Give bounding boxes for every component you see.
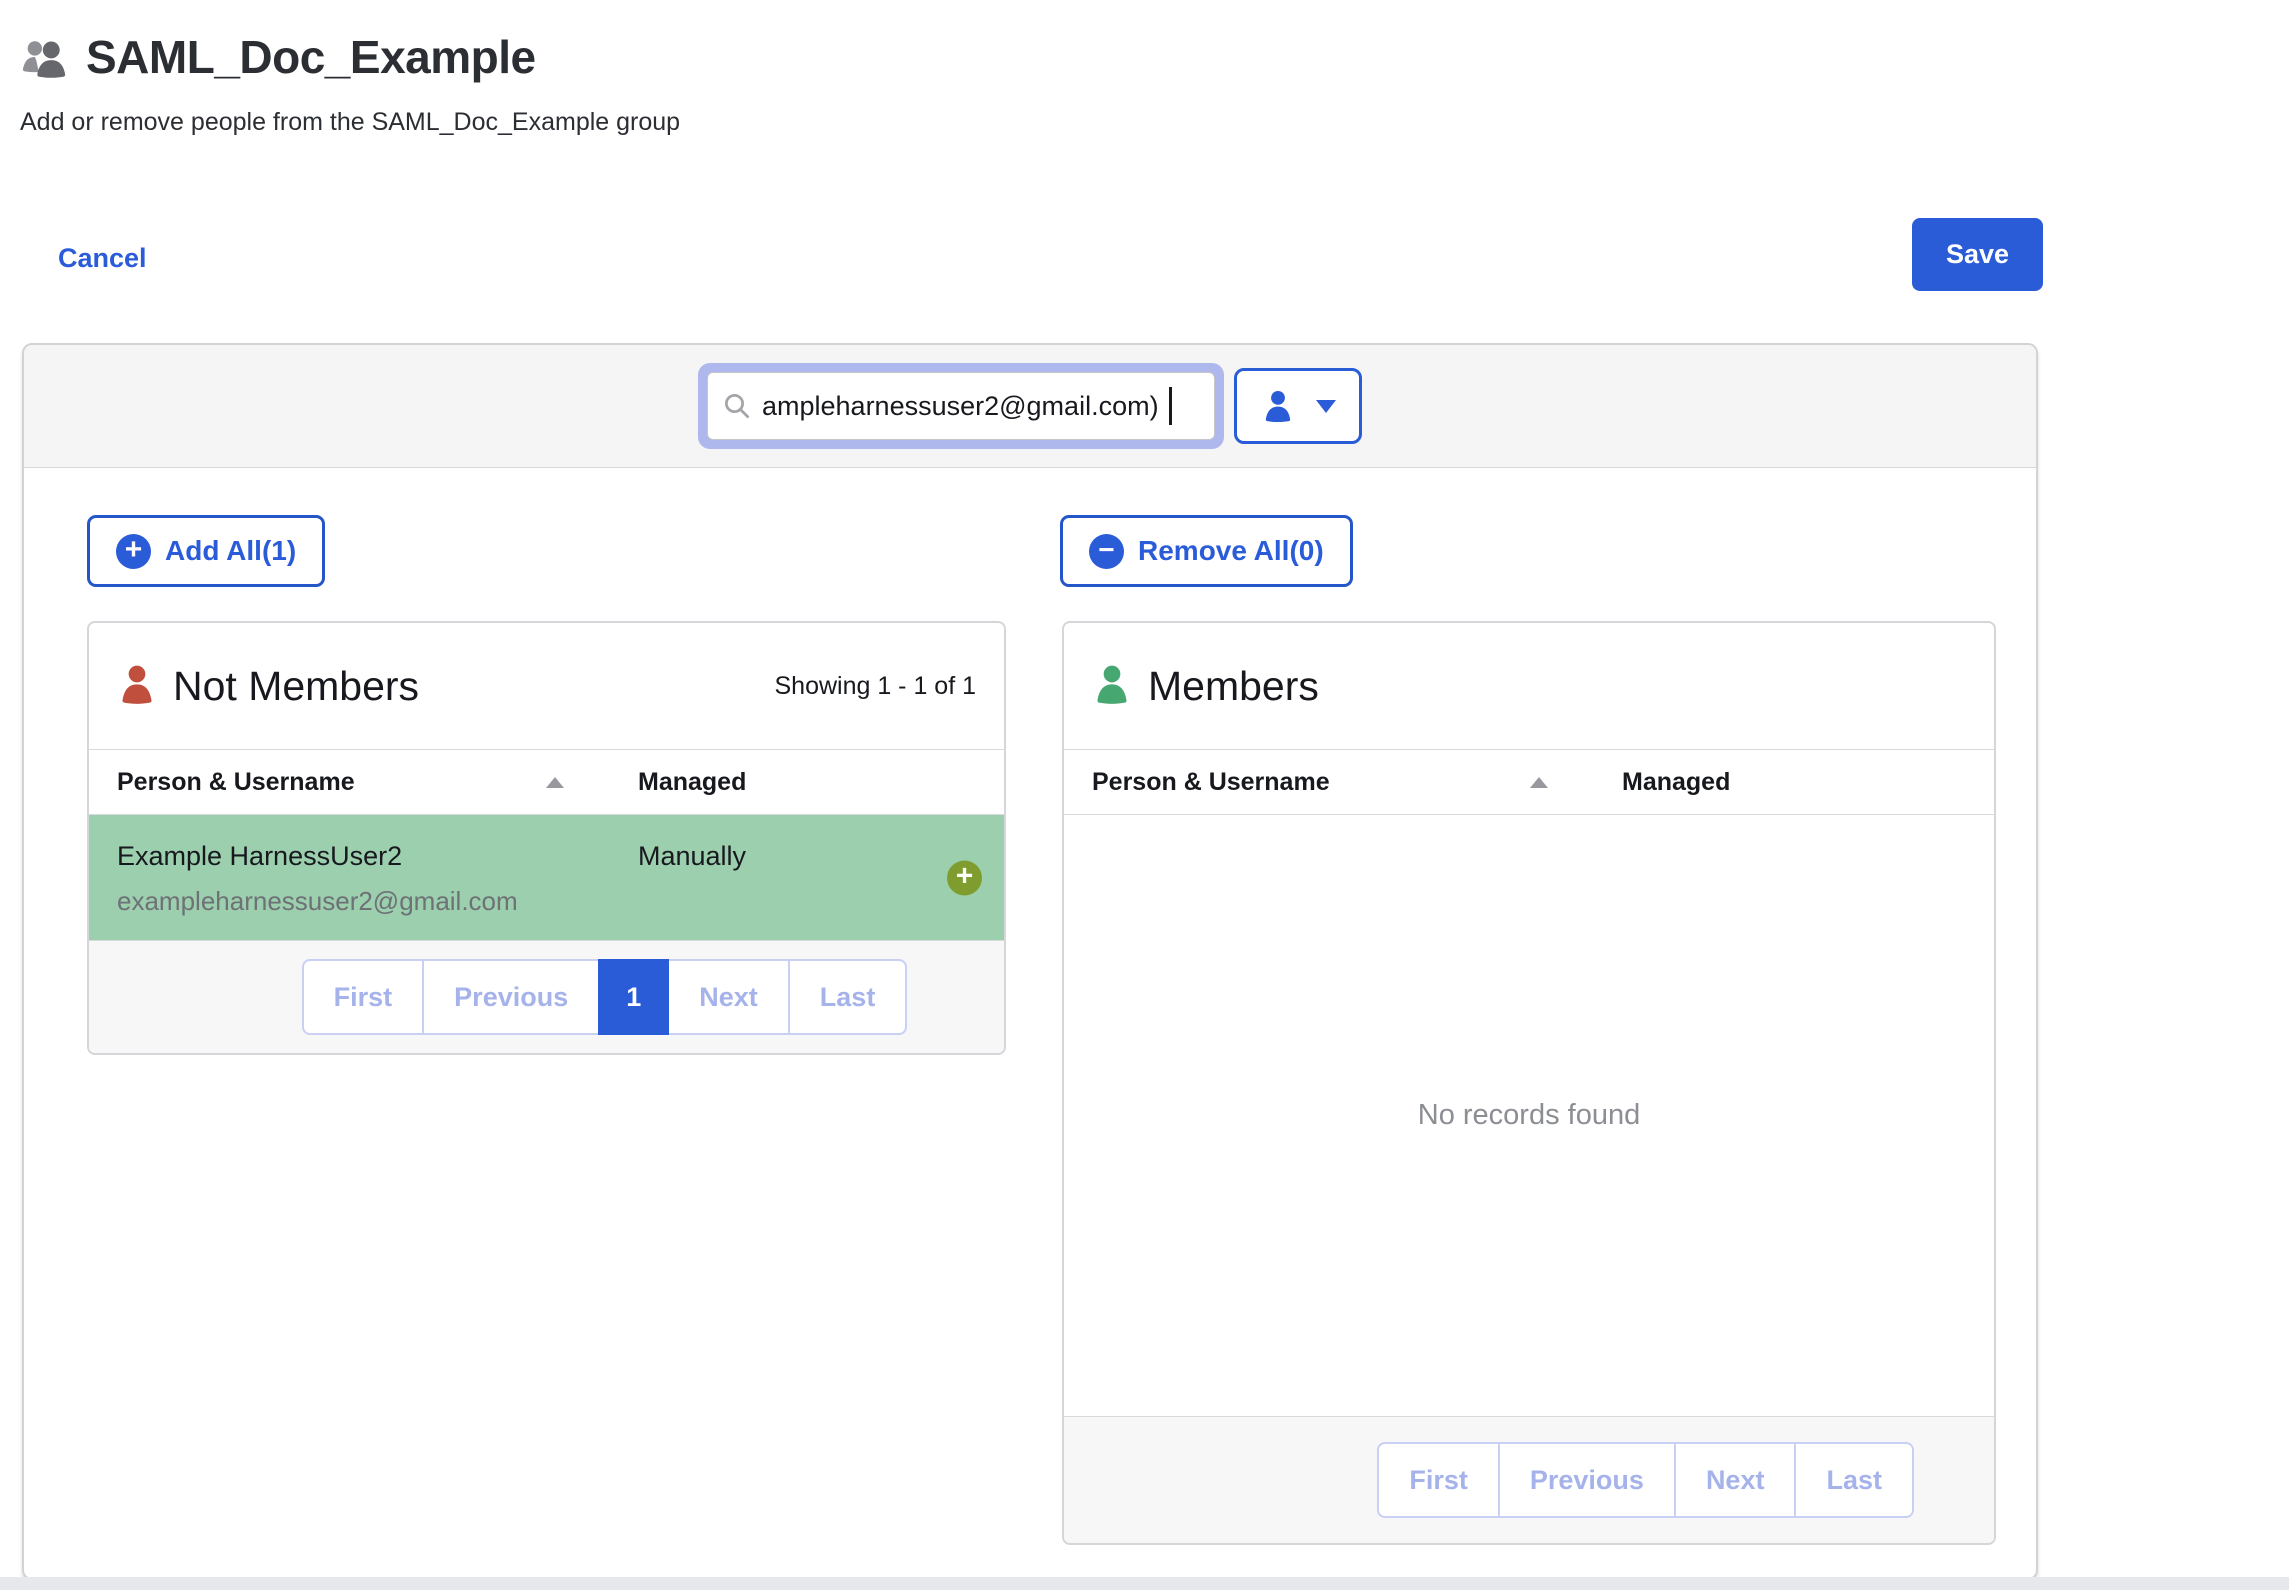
members-column-headers: Person & Username Managed [1064, 750, 1994, 815]
pager-previous-button[interactable]: Previous [1498, 1442, 1676, 1518]
search-input[interactable]: ampleharnessuser2@gmail.com) [707, 372, 1215, 440]
members-pagination: First Previous Next Last [1064, 1416, 1994, 1543]
remove-all-button[interactable]: Remove All(0) [1060, 515, 1353, 587]
not-members-title: Not Members [173, 663, 419, 710]
managed-cell: Manually [638, 841, 746, 872]
membership-panel: ampleharnessuser2@gmail.com) Add All(1) … [22, 343, 2038, 1580]
remove-all-label: Remove All(0) [1138, 535, 1324, 567]
not-members-column-headers: Person & Username Managed [89, 750, 1004, 815]
add-all-button[interactable]: Add All(1) [87, 515, 325, 587]
person-username: exampleharnessuser2@gmail.com [117, 886, 638, 917]
sort-asc-icon [546, 777, 564, 788]
search-input-value: ampleharnessuser2@gmail.com) [762, 391, 1159, 422]
pager-last-button[interactable]: Last [1794, 1442, 1914, 1518]
caret-down-icon [1316, 400, 1336, 413]
pager-first-button[interactable]: First [302, 959, 425, 1035]
no-records-text: No records found [1418, 1099, 1640, 1132]
pager-previous-button[interactable]: Previous [422, 959, 600, 1035]
page-title: SAML_Doc_Example [86, 30, 536, 84]
search-bar: ampleharnessuser2@gmail.com) [24, 345, 2036, 468]
search-focus-ring: ampleharnessuser2@gmail.com) [698, 363, 1224, 449]
page-header: SAML_Doc_Example [20, 30, 536, 84]
members-title: Members [1148, 663, 1319, 710]
not-members-header: Not Members Showing 1 - 1 of 1 [89, 623, 1004, 750]
not-members-pagination: First Previous 1 Next Last [89, 940, 1004, 1053]
members-empty-area: No records found [1064, 815, 1994, 1416]
person-green-icon [1092, 662, 1132, 710]
not-members-card: Not Members Showing 1 - 1 of 1 Person & … [87, 621, 1006, 1055]
pager-next-button[interactable]: Next [667, 959, 790, 1035]
search-icon [722, 391, 752, 421]
pager-page-1-button[interactable]: 1 [598, 959, 669, 1035]
add-user-button[interactable] [947, 860, 982, 895]
column-person-username[interactable]: Person & Username [1064, 768, 1622, 797]
pager-last-button[interactable]: Last [788, 959, 908, 1035]
person-name: Example HarnessUser2 [117, 841, 638, 872]
person-icon [1260, 388, 1296, 424]
cancel-link[interactable]: Cancel [58, 243, 147, 274]
minus-circle-icon [1089, 534, 1124, 569]
group-icon [20, 35, 70, 79]
panel-body: Add All(1) Remove All(0) Not Members Sho… [24, 468, 2036, 1578]
members-card: Members Person & Username Managed No rec… [1062, 621, 1996, 1545]
page-subtitle: Add or remove people from the SAML_Doc_E… [20, 108, 680, 137]
person-red-icon [117, 662, 157, 710]
showing-count: Showing 1 - 1 of 1 [774, 672, 976, 701]
add-all-label: Add All(1) [165, 535, 296, 567]
column-managed[interactable]: Managed [638, 768, 746, 797]
person-cell: Example HarnessUser2 exampleharnessuser2… [89, 841, 638, 917]
table-row[interactable]: Example HarnessUser2 exampleharnessuser2… [89, 815, 1004, 940]
save-button[interactable]: Save [1912, 218, 2043, 291]
members-header: Members [1064, 623, 1994, 750]
column-managed[interactable]: Managed [1622, 768, 1730, 797]
column-person-username[interactable]: Person & Username [89, 768, 638, 797]
plus-circle-icon [116, 534, 151, 569]
search-type-dropdown[interactable] [1234, 368, 1362, 444]
pager-next-button[interactable]: Next [1674, 1442, 1797, 1518]
column-person-username-label: Person & Username [117, 768, 355, 797]
page-bottom-band [0, 1577, 2289, 1590]
text-cursor [1169, 387, 1172, 425]
pager-first-button[interactable]: First [1377, 1442, 1500, 1518]
sort-asc-icon [1530, 777, 1548, 788]
column-person-username-label: Person & Username [1092, 768, 1330, 797]
